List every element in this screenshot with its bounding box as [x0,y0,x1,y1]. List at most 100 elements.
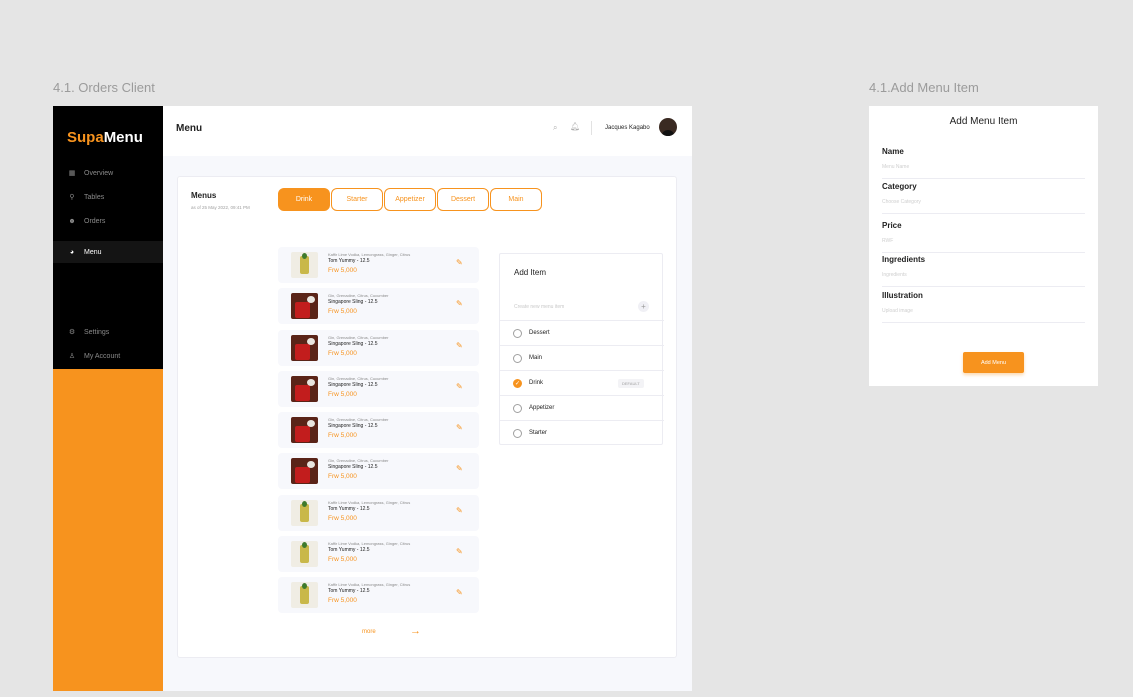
edit-pencil-icon[interactable]: ✎ [456,382,463,391]
edit-pencil-icon[interactable]: ✎ [456,547,463,556]
item-price: Frw 5,000 [328,308,357,316]
tab-starter[interactable]: Starter [331,188,383,211]
option-drink[interactable]: ✓ Drink DEFAULT [500,370,664,395]
edit-pencil-icon[interactable]: ✎ [456,506,463,515]
category-tabs: Drink Starter Appetizer Dessert Main [278,188,543,211]
item-name: Tom Yummy - 12.5 [328,505,370,512]
field-placeholder[interactable]: RWF [882,238,893,244]
item-name: Tom Yummy - 12.5 [328,588,370,595]
tab-main[interactable]: Main [490,188,542,211]
item-ingredients: Gin, Grenadine, Citrus, Cucumber [328,375,389,381]
search-icon[interactable]: ⌕ [553,123,557,133]
sidebar-item-label: My Account [84,352,121,360]
sidebar-item-label: Tables [84,193,105,201]
avatar[interactable] [659,118,677,136]
plus-icon[interactable]: + [638,301,649,312]
item-ingredients: Gin, Grenadine, Citrus, Cucumber [328,417,389,423]
option-label: Main [529,355,543,361]
edit-pencil-icon[interactable]: ✎ [456,464,463,473]
more-link[interactable]: more [362,629,376,635]
menu-item-list: Kaffir Lime Vodka, Lemongrass, Ginger, C… [278,247,479,619]
logo[interactable]: SupaMenu [67,129,143,146]
new-item-input[interactable]: Create new menu item [514,304,564,310]
item-price: Frw 5,000 [328,349,357,357]
edit-pencil-icon[interactable]: ✎ [456,341,463,350]
tab-dessert[interactable]: Dessert [437,188,489,211]
option-appetizer[interactable]: Appetizer [500,395,664,420]
sidebar-item-settings[interactable]: ⚙ Settings [53,321,163,343]
bell-icon[interactable]: 🔔︎ [570,122,580,131]
item-name: Singapore Sling - 12.5 [328,340,378,347]
list-item[interactable]: Kaffir Lime Vodka, Lemongrass, Ginger, C… [278,494,479,531]
item-name: Singapore Sling - 12.5 [328,299,378,306]
list-item[interactable]: Kaffir Lime Vodka, Lemongrass, Ginger, C… [278,577,479,614]
arrow-right-icon[interactable]: → [410,625,421,637]
field-placeholder[interactable]: Upload image [882,308,913,314]
tab-drink[interactable]: Drink [278,188,330,211]
item-ingredients: Kaffir Lime Vodka, Lemongrass, Ginger, C… [328,252,411,257]
field-label: Illustration [882,291,923,300]
field-placeholder[interactable]: Menu Name [882,164,909,170]
ingredients-field[interactable]: Ingredients Ingredients [882,255,1085,287]
item-ingredients: Kaffir Lime Vodka, Lemongrass, Ginger, C… [328,582,411,588]
sidebar-item-orders[interactable]: ☻ Orders [53,210,163,232]
edit-pencil-icon[interactable]: ✎ [456,299,463,308]
drink-thumbnail [291,499,318,526]
item-price: Frw 5,000 [328,473,357,481]
item-price: Frw 5,000 [328,597,357,605]
option-main[interactable]: Main [500,345,664,370]
radio-icon[interactable] [513,403,522,413]
sidebar-item-menu[interactable]: ◕ Menu [53,241,163,263]
item-ingredients: Kaffir Lime Vodka, Lemongrass, Ginger, C… [328,541,411,547]
radio-icon[interactable] [513,328,522,338]
sidebar-item-tables[interactable]: ⚲ Tables [53,186,163,208]
item-name: Singapore Sling - 12.5 [328,423,378,430]
tab-appetizer[interactable]: Appetizer [384,188,436,211]
edit-pencil-icon[interactable]: ✎ [456,588,463,597]
add-menu-button[interactable]: Add Menu [963,352,1024,373]
list-item[interactable]: Gin, Grenadine, Citrus, Cucumber Singapo… [278,329,479,366]
item-ingredients: Gin, Grenadine, Citrus, Cucumber [328,458,389,464]
radio-icon[interactable] [513,353,522,363]
sidebar-item-overview[interactable]: ▦ Overview [53,162,163,184]
list-item[interactable]: Gin, Grenadine, Citrus, Cucumber Singapo… [278,370,479,407]
header-divider [591,121,592,135]
check-icon[interactable]: ✓ [513,378,522,388]
edit-pencil-icon[interactable]: ✎ [456,258,463,267]
drink-thumbnail [291,375,318,402]
item-price: Frw 5,000 [328,556,357,564]
list-item[interactable]: Gin, Grenadine, Citrus, Cucumber Singapo… [278,453,479,490]
item-ingredients: Gin, Grenadine, Citrus, Cucumber [328,334,389,340]
field-placeholder[interactable]: Ingredients [882,272,907,278]
option-dessert[interactable]: Dessert [500,320,664,345]
page-title: Menu [176,123,203,134]
item-name: Tom Yummy - 12.5 [328,258,370,264]
drink-thumbnail [291,582,318,609]
name-field[interactable]: Name Menu Name [882,147,1085,179]
frame-label-orders: 4.1. Orders Client [53,80,155,95]
field-placeholder[interactable]: Choose Category [882,199,921,205]
item-ingredients: Kaffir Lime Vodka, Lemongrass, Ginger, C… [328,499,411,505]
sidebar-item-my-account[interactable]: ♙ My Account [53,345,163,367]
list-item[interactable]: Kaffir Lime Vodka, Lemongrass, Ginger, C… [278,247,479,283]
grid-icon: ▦ [68,170,76,177]
category-field[interactable]: Category Choose Category [882,182,1085,214]
users-icon: ☻ [68,217,76,225]
user-name[interactable]: Jacques Kagabo [605,125,650,131]
form-title: Add Menu Item [949,116,1018,127]
sidebar-accent-block [53,369,163,691]
sidebar-item-label: Settings [84,328,110,336]
illustration-field[interactable]: Illustration Upload image [882,291,1085,323]
list-item[interactable]: Gin, Grenadine, Citrus, Cucumber Singapo… [278,412,479,449]
list-item[interactable]: Kaffir Lime Vodka, Lemongrass, Ginger, C… [278,536,479,573]
radio-icon[interactable] [513,428,522,438]
option-starter[interactable]: Starter [500,420,664,445]
menus-title: Menus [191,191,217,200]
edit-pencil-icon[interactable]: ✎ [456,423,463,432]
frame-label-add-menu: 4.1.Add Menu Item [869,80,979,95]
list-item[interactable]: Gin, Grenadine, Citrus, Cucumber Singapo… [278,288,479,325]
item-name: Tom Yummy - 12.5 [328,547,370,554]
price-field[interactable]: Price RWF [882,221,1085,253]
item-name: Singapore Sling - 12.5 [328,381,378,388]
option-label: Dessert [529,330,550,336]
